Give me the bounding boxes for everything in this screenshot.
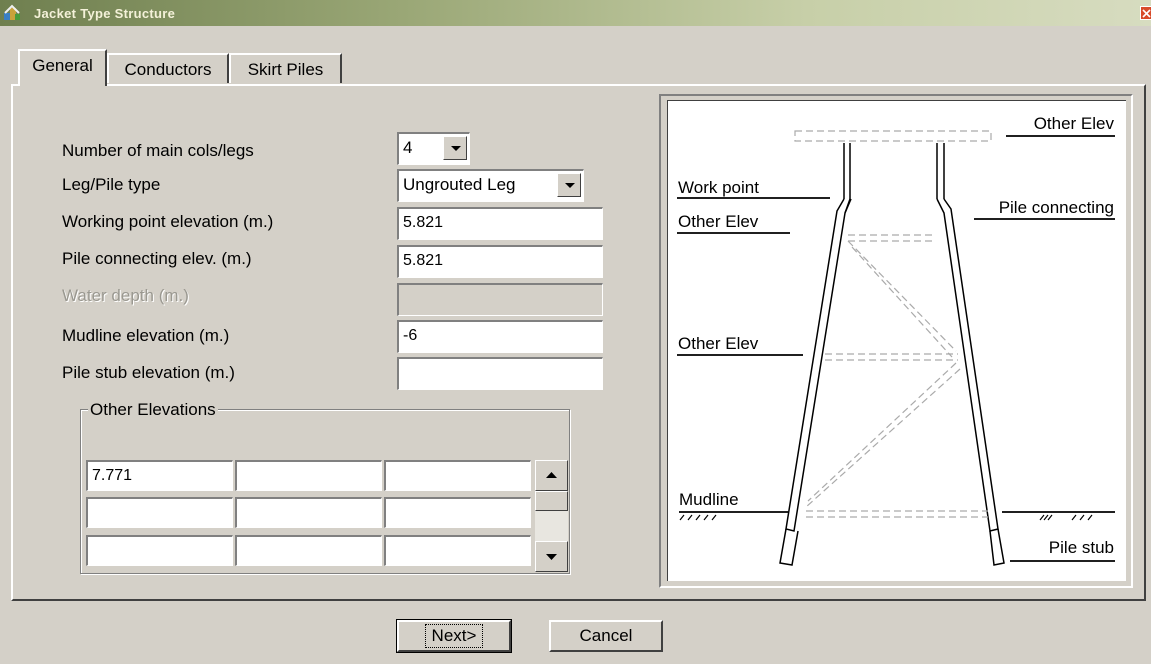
tab-panel-general — [11, 84, 1146, 601]
tab-general[interactable]: General — [18, 49, 107, 86]
cancel-button[interactable]: Cancel — [549, 620, 663, 652]
tab-conductors[interactable]: Conductors — [107, 53, 229, 83]
next-button[interactable]: Next> — [396, 619, 512, 653]
next-button-label: Next> — [424, 624, 484, 648]
tab-skirt-piles[interactable]: Skirt Piles — [229, 53, 342, 83]
close-icon[interactable] — [1140, 6, 1151, 20]
other-elevations-title: Other Elevations — [88, 400, 218, 420]
title-bar: Jacket Type Structure — [0, 0, 1151, 26]
window-title: Jacket Type Structure — [34, 6, 176, 21]
structure-app-icon — [3, 4, 21, 22]
